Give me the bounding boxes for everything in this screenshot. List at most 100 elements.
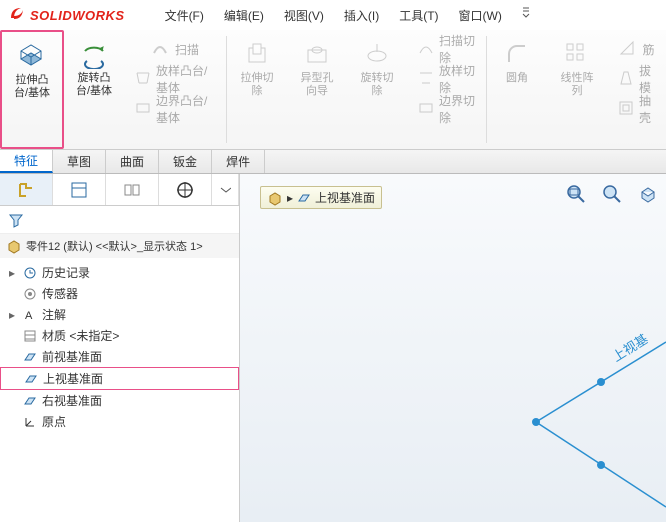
draft-button[interactable]: 拔模 [613,64,660,94]
plane-icon [23,371,39,387]
loft-cut-icon [417,69,435,89]
annotation-icon: A [22,307,38,323]
sweep-button[interactable]: 扫描 [147,34,203,64]
pattern-button[interactable]: 线性阵列 [547,30,607,149]
hole-icon [301,38,333,70]
chevron-icon: ▸ [287,191,293,205]
expand-icon[interactable]: ▸ [6,308,18,322]
loft-cut-label: 放样切除 [439,62,476,96]
hole-wizard-button[interactable]: 异型孔向导 [287,30,347,149]
menu-edit[interactable]: 编辑(E) [214,3,274,28]
menu-file[interactable]: 文件(F) [155,3,214,28]
plane-icon [22,349,38,365]
graphics-area[interactable]: ▸ 上视基准面 上视基 [240,174,666,522]
tree-filter[interactable] [0,206,239,234]
feature-manager-panel: 零件12 (默认) <<默认>_显示状态 1> ▸历史记录 传感器 ▸A注解 材… [0,174,240,522]
tab-sketch[interactable]: 草图 [53,150,106,173]
tree-plane-right[interactable]: 右视基准面 [0,390,239,411]
origin-icon [22,414,38,430]
rib-button[interactable]: 筋 [614,34,658,64]
tree-sensors[interactable]: 传感器 [0,283,239,304]
funnel-icon [8,212,24,228]
menubar: 文件(F) 编辑(E) 视图(V) 插入(I) 工具(T) 窗口(W) [155,3,536,28]
extrude-cut-button[interactable]: 拉伸切除 [227,30,287,149]
revolve-label: 旋转凸台/基体 [74,72,114,98]
zoom-area-button[interactable] [598,180,626,208]
boundary-cut-button[interactable]: 边界切除 [413,94,480,124]
revolve-cut-icon [361,38,393,70]
loft-cut-button[interactable]: 放样切除 [413,64,480,94]
part-icon [6,238,22,254]
rib-icon [618,39,638,59]
fillet-icon [501,38,533,70]
tab-weldment[interactable]: 焊件 [212,150,265,173]
revolve-boss-button[interactable]: 旋转凸台/基体 [64,30,124,149]
tree-material-label: 材质 <未指定> [42,327,119,344]
sensor-icon [22,286,38,302]
menu-window[interactable]: 窗口(W) [449,3,512,28]
side-tab-expand[interactable] [212,174,239,205]
tree-history[interactable]: ▸ 历史记录 [0,262,239,283]
sketch-plane-label: 上视基 [610,331,651,364]
tab-surface[interactable]: 曲面 [106,150,159,173]
expand-icon[interactable]: ▸ [6,266,18,280]
side-tab-config[interactable] [106,174,159,205]
loft-label: 放样凸台/基体 [156,62,216,96]
rib-label: 筋 [642,41,654,58]
tree-plane-top[interactable]: 上视基准面 [0,367,239,390]
boundary-button[interactable]: 边界凸台/基体 [130,94,220,124]
tree-front-label: 前视基准面 [42,348,102,365]
history-icon [22,265,38,281]
sweep-cut-button[interactable]: 扫描切除 [413,34,480,64]
tab-features[interactable]: 特征 [0,150,53,173]
boundary-icon [134,99,152,119]
revolve-cut-label: 旋转切除 [357,72,397,98]
pattern-icon [561,38,593,70]
selection-breadcrumb[interactable]: ▸ 上视基准面 [260,186,382,209]
tree-history-label: 历史记录 [42,264,90,281]
app-logo: SOLIDWORKS [8,4,125,27]
svg-text:A: A [25,310,33,322]
side-tab-property[interactable] [53,174,106,205]
side-tab-feature-tree[interactable] [0,174,53,205]
boundary-label: 边界凸台/基体 [156,92,216,126]
extrude-boss-button[interactable]: 拉伸凸台/基体 [0,30,64,149]
tree-material[interactable]: 材质 <未指定> [0,325,239,346]
tree-top-label: 上视基准面 [43,370,103,387]
boundary-cut-icon [417,99,435,119]
shell-label: 抽壳 [639,92,656,126]
tree-origin-label: 原点 [42,413,66,430]
tree-origin[interactable]: 原点 [0,411,239,432]
zoom-fit-button[interactable] [562,180,590,208]
tree-sensors-label: 传感器 [42,285,78,302]
shell-icon [617,99,635,119]
revolve-cut-button[interactable]: 旋转切除 [347,30,407,149]
fillet-button[interactable]: 圆角 [487,30,547,149]
hole-label: 异型孔向导 [297,72,337,98]
ribbon: 拉伸凸台/基体 旋转凸台/基体 扫描 放样凸台/基体 边界凸台/基体 拉伸切除 … [0,30,666,150]
plane-icon [297,191,311,205]
loft-button[interactable]: 放样凸台/基体 [130,64,220,94]
menu-insert[interactable]: 插入(I) [334,3,389,28]
sweep-cut-icon [417,39,435,59]
tree-root[interactable]: 零件12 (默认) <<默认>_显示状态 1> [0,234,239,258]
fillet-label: 圆角 [506,72,528,85]
tab-sheetmetal[interactable]: 钣金 [159,150,212,173]
extrude-cut-icon [241,38,273,70]
material-icon [22,328,38,344]
logo-text: SOLIDWORKS [30,8,125,23]
tree-plane-front[interactable]: 前视基准面 [0,346,239,367]
logo-icon [8,4,26,27]
side-tab-dimxpert[interactable] [159,174,212,205]
part-icon [267,190,283,206]
menu-more-icon[interactable] [516,3,536,23]
sweep-cut-label: 扫描切除 [439,32,476,66]
menu-tools[interactable]: 工具(T) [389,3,448,28]
shell-button[interactable]: 抽壳 [613,94,660,124]
view-orientation-button[interactable] [634,180,662,208]
boundary-cut-label: 边界切除 [439,92,476,126]
tree-annotations[interactable]: ▸A注解 [0,304,239,325]
command-tabbar: 特征 草图 曲面 钣金 焊件 [0,150,666,174]
menu-view[interactable]: 视图(V) [274,3,334,28]
loft-icon [134,69,152,89]
